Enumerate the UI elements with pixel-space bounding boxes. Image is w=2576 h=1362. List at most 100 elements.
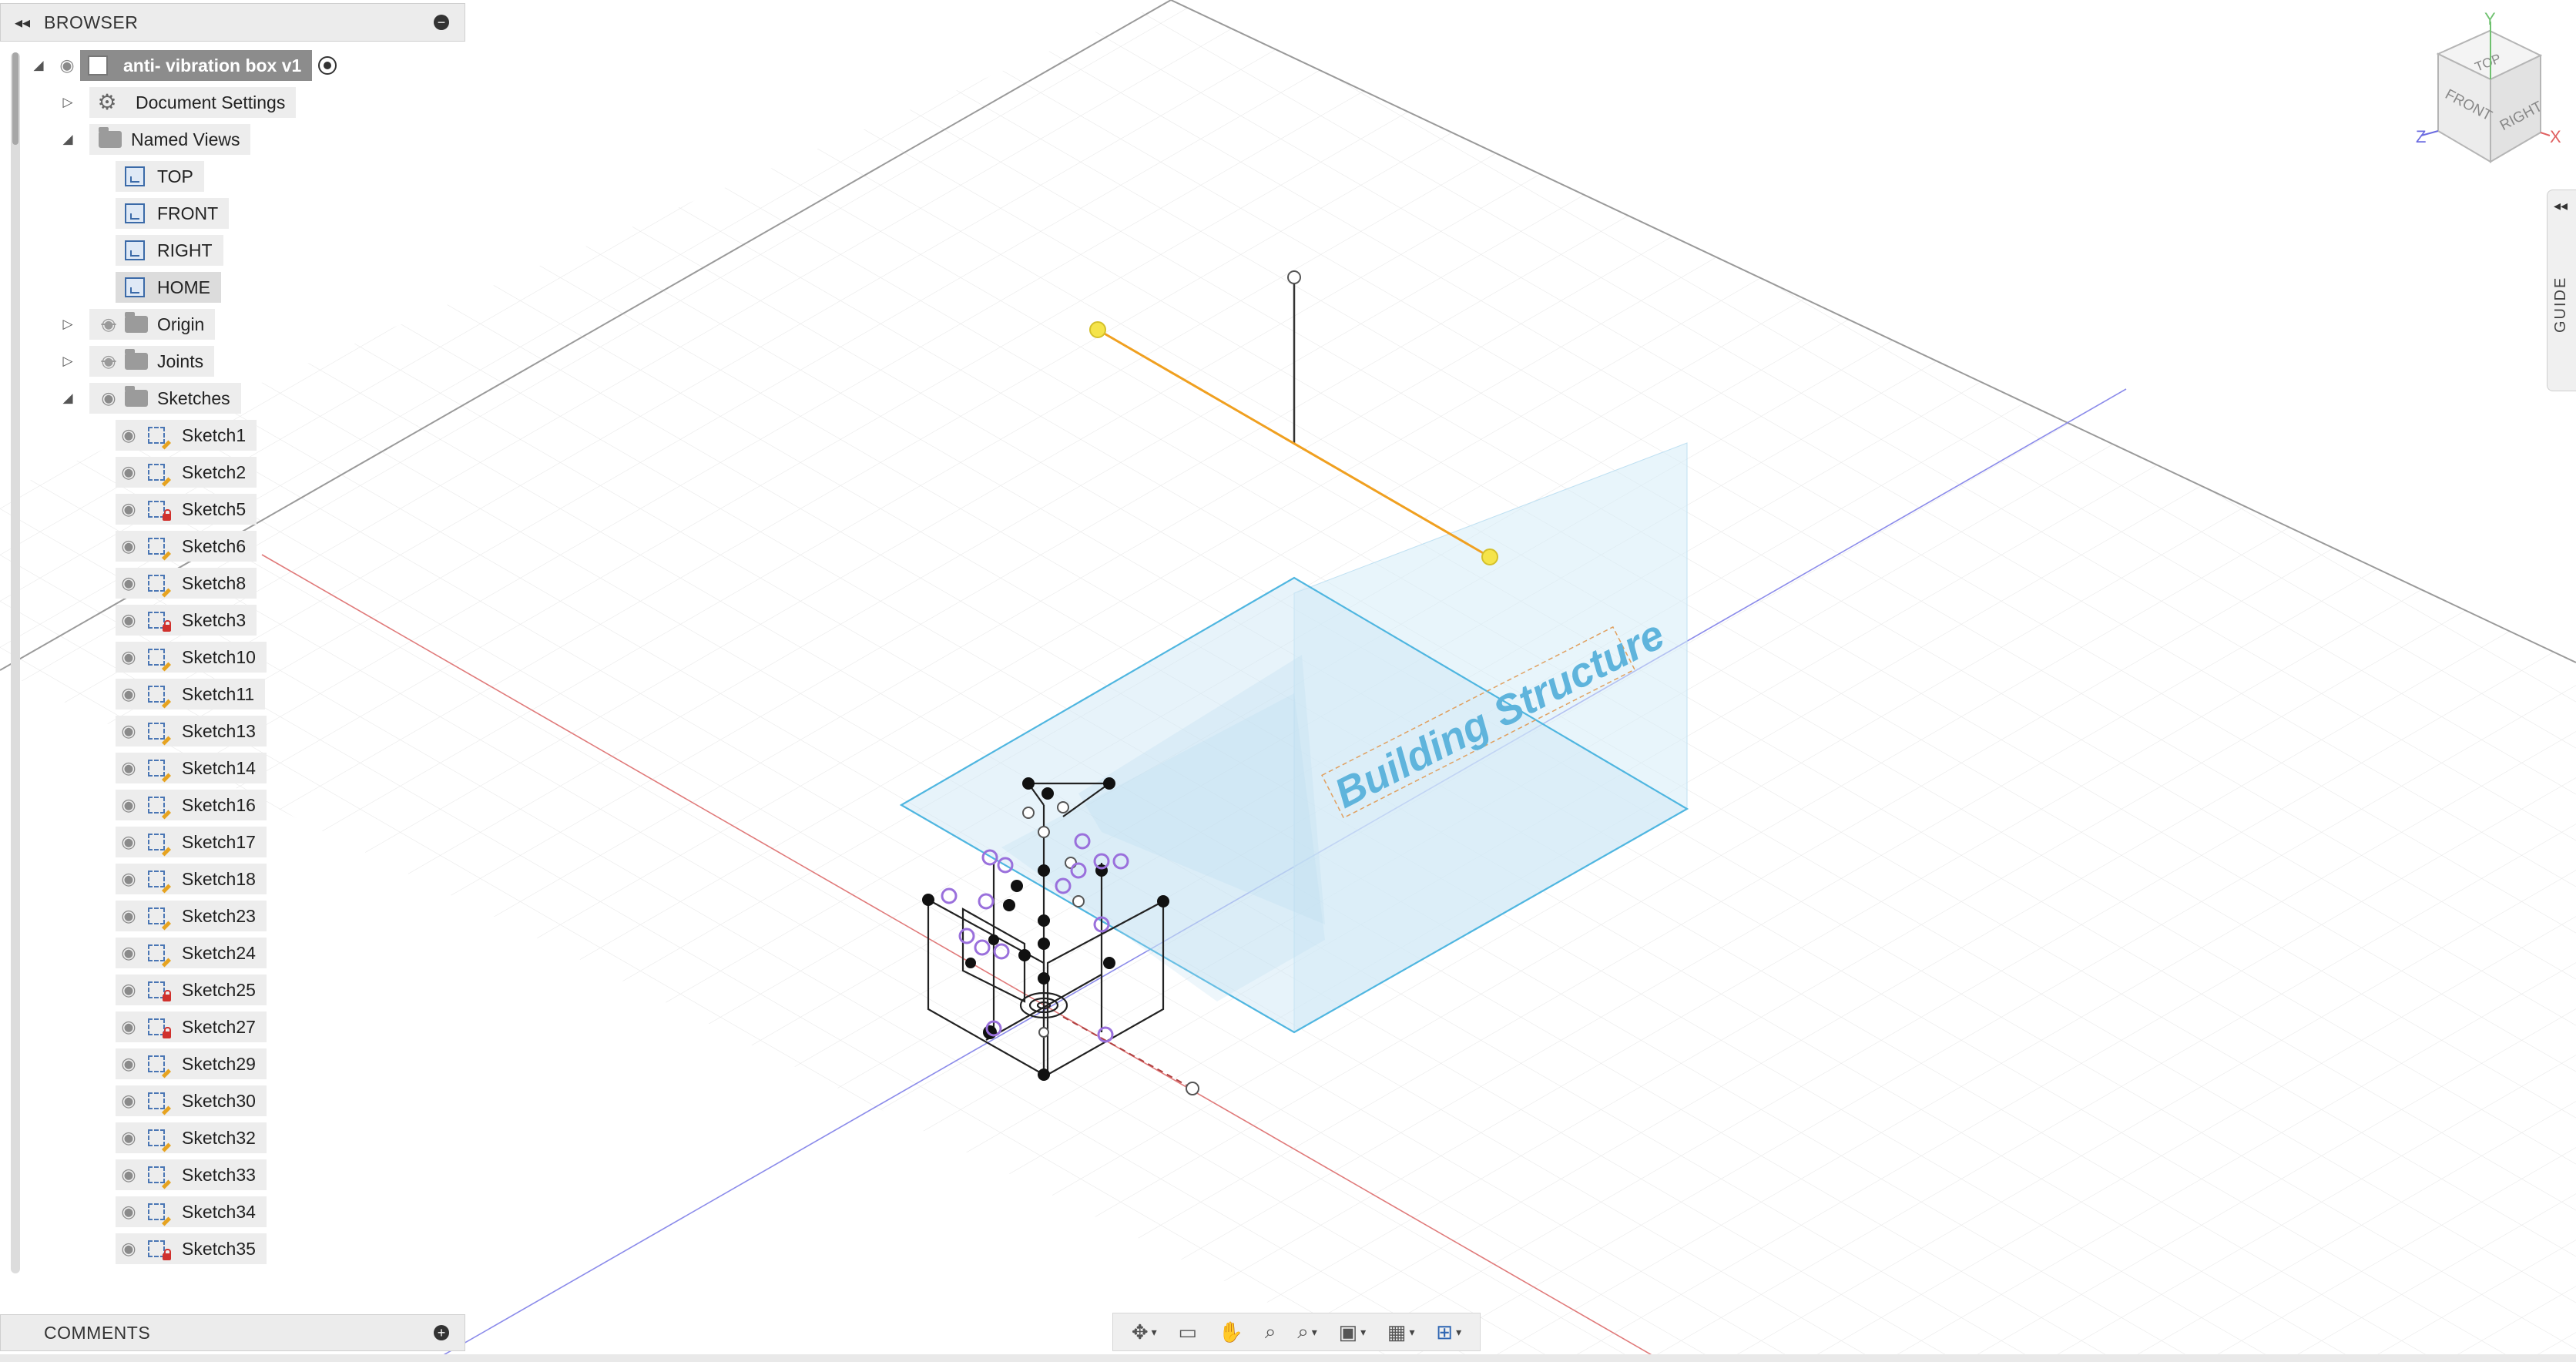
expand-guide-icon[interactable]: ◂◂ [2554,198,2568,214]
sketch-item[interactable]: ◉ Sketch8 [116,568,257,599]
origin-label: Origin [157,314,205,334]
visibility-eye-icon[interactable]: ◉ [116,536,142,556]
visibility-eye-icon[interactable]: ◉ [116,1202,142,1222]
visibility-eye-icon[interactable]: ◉ [96,388,122,408]
joints-label: Joints [157,351,204,371]
sketch-label: Sketch10 [182,646,256,667]
tree-root-row[interactable]: ◢ ◉ anti- vibration box v1 [29,50,337,81]
orbit-icon[interactable]: ✥ ▾ [1132,1320,1157,1344]
expand-triangle-icon[interactable]: ▷ [59,352,77,371]
visibility-eye-icon[interactable]: ◉ [116,943,142,963]
named-view-item[interactable]: RIGHT [116,235,223,266]
tree-sketches[interactable]: ◢ ◉ Sketches [59,383,241,414]
collapse-triangle-icon[interactable]: ◢ [29,56,48,75]
tree-joints[interactable]: ▷ ◉ Joints [59,346,215,377]
zoom-icon[interactable]: ⌕ [1265,1320,1276,1344]
sketch-item[interactable]: ◉ Sketch16 [116,790,267,820]
sketch-item[interactable]: ◉ Sketch34 [116,1196,267,1227]
collapse-panel-icon[interactable]: ◂◂ [1,13,44,32]
root-component[interactable]: anti- vibration box v1 [80,50,313,81]
visibility-eye-icon[interactable]: ◉ [116,610,142,630]
view-cube[interactable]: TOP FRONT RIGHT Y Z X [2416,9,2561,163]
sketch-icon [146,1200,172,1226]
sketch-item[interactable]: ◉ Sketch13 [116,716,267,746]
visibility-eye-icon[interactable]: ◉ [116,721,142,741]
sketch-item[interactable]: ◉ Sketch1 [116,420,257,451]
hidden-eye-icon[interactable]: ◉ [96,314,122,334]
sketch-label: Sketch1 [182,424,247,445]
visibility-eye-icon[interactable]: ◉ [116,869,142,889]
sketch-item[interactable]: ◉ Sketch24 [116,938,267,968]
sketch-item[interactable]: ◉ Sketch33 [116,1159,267,1190]
look-at-icon[interactable]: ▭ [1178,1320,1197,1344]
named-view-item[interactable]: HOME [116,272,221,303]
grid-icon[interactable]: ▦ ▾ [1387,1320,1415,1344]
minimize-panel-button[interactable]: − [434,15,449,30]
visibility-eye-icon[interactable]: ◉ [116,462,142,482]
sketch-item[interactable]: ◉ Sketch30 [116,1085,267,1116]
sketch-item[interactable]: ◉ Sketch35 [116,1233,267,1264]
visibility-eye-icon[interactable]: ◉ [116,1054,142,1074]
sketch-icon [146,756,172,783]
sketch-item[interactable]: ◉ Sketch10 [116,642,267,673]
activate-radio-button[interactable] [318,56,337,75]
pan-icon[interactable]: ✋ [1219,1320,1243,1344]
visibility-eye-icon[interactable]: ◉ [116,1017,142,1037]
sketch-item[interactable]: ◉ Sketch29 [116,1048,267,1079]
named-view-item[interactable]: FRONT [116,198,230,229]
visibility-eye-icon[interactable]: ◉ [116,647,142,667]
svg-text:Y: Y [2484,9,2496,29]
visibility-eye-icon[interactable]: ◉ [116,906,142,926]
visibility-eye-icon[interactable]: ◉ [116,573,142,593]
sketch-item[interactable]: ◉ Sketch14 [116,753,267,783]
visibility-eye-icon[interactable]: ◉ [116,1128,142,1148]
collapse-triangle-icon[interactable]: ◢ [59,130,77,149]
tree-named-views[interactable]: ◢ Named Views [59,124,251,155]
guide-tab[interactable]: ◂◂ GUIDE [2547,190,2576,391]
browser-scrollbar[interactable] [11,52,20,1273]
sketch-item[interactable]: ◉ Sketch23 [116,901,267,931]
expand-triangle-icon[interactable]: ▷ [59,93,77,112]
sketch-item[interactable]: ◉ Sketch6 [116,531,257,562]
line-endpoint[interactable] [1287,270,1301,284]
visibility-eye-icon[interactable]: ◉ [116,795,142,815]
fit-icon[interactable]: ⌕ ▾ [1297,1320,1317,1344]
sketch-item[interactable]: ◉ Sketch3 [116,605,257,636]
selected-endpoint-right[interactable] [1481,548,1498,565]
display-settings-icon[interactable]: ▣ ▾ [1339,1320,1367,1344]
visibility-eye-icon[interactable]: ◉ [116,980,142,1000]
visibility-eye-icon[interactable]: ◉ [116,1165,142,1185]
sketch-item[interactable]: ◉ Sketch18 [116,864,267,894]
visibility-eye-icon[interactable]: ◉ [116,832,142,852]
sketch-item[interactable]: ◉ Sketch17 [116,827,267,857]
sketch-icon [146,830,172,857]
sketch-item[interactable]: ◉ Sketch27 [116,1011,267,1042]
sketch-item[interactable]: ◉ Sketch25 [116,975,267,1005]
selected-endpoint-left[interactable] [1089,321,1106,338]
hidden-eye-icon[interactable]: ◉ [96,351,122,371]
visibility-eye-icon[interactable]: ◉ [116,1239,142,1259]
visibility-eye-icon[interactable]: ◉ [116,499,142,519]
visibility-eye-icon[interactable]: ◉ [116,684,142,704]
scrollbar-thumb[interactable] [12,52,18,145]
sketch-item[interactable]: ◉ Sketch11 [116,679,266,710]
expand-triangle-icon[interactable]: ▷ [59,315,77,334]
sketch-item[interactable]: ◉ Sketch2 [116,457,257,488]
named-view-label: HOME [157,277,210,297]
canvas-viewport[interactable]: Building Structure TOP FRONT RIGHT Y Z X [0,0,2576,1362]
tree-document-settings[interactable]: ▷ ⚙ Document Settings [59,87,297,118]
sketch-item[interactable]: ◉ Sketch32 [116,1122,267,1153]
tree-origin[interactable]: ▷ ◉ Origin [59,309,216,340]
add-comment-button[interactable]: + [434,1325,449,1340]
sketch-item[interactable]: ◉ Sketch5 [116,494,257,525]
visibility-eye-icon[interactable]: ◉ [54,55,80,75]
browser-panel-header[interactable]: ◂◂ BROWSER − [0,3,465,42]
viewports-icon[interactable]: ⊞ ▾ [1436,1320,1461,1344]
construction-point[interactable] [1186,1082,1199,1095]
visibility-eye-icon[interactable]: ◉ [116,758,142,778]
collapse-triangle-icon[interactable]: ◢ [59,389,77,408]
named-view-item[interactable]: TOP [116,161,204,192]
visibility-eye-icon[interactable]: ◉ [116,425,142,445]
visibility-eye-icon[interactable]: ◉ [116,1091,142,1111]
comments-panel[interactable]: COMMENTS + [0,1314,465,1351]
